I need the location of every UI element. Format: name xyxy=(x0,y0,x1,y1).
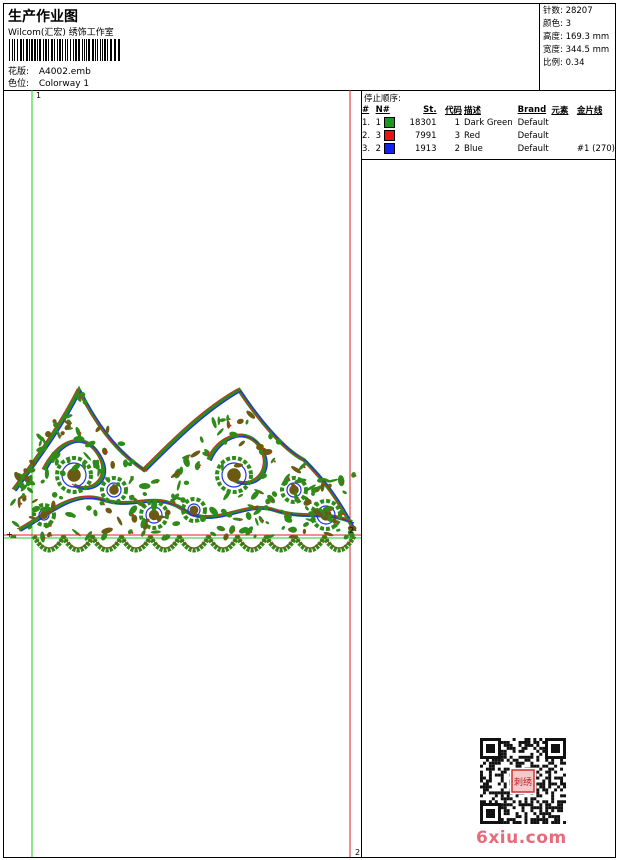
page-title: 生产作业图 xyxy=(8,9,78,25)
col-sequin: 金片线 xyxy=(576,105,603,116)
table-row: 2. 3 7991 3 Red Default xyxy=(362,129,615,142)
frame-marker: 2 xyxy=(355,848,361,857)
row-element xyxy=(551,142,576,155)
row-needle: 2 xyxy=(376,142,398,155)
row-code: 3 xyxy=(454,130,460,141)
row-description: Red xyxy=(463,130,481,141)
stop-sequence-table: # N# St. 代码 描述 Brand 元素 金片线 1. 1 18301 1 Da… xyxy=(362,103,615,155)
row-stitches: 1913 xyxy=(414,143,437,154)
embroidery-preview xyxy=(4,90,361,857)
header-panel: 生产作业图 Wilcom(汇宏) 绣饰工作室 花版: A4002.emb 色位:… xyxy=(4,4,615,91)
row-needle: 1 xyxy=(376,116,398,129)
row-index: 3. xyxy=(362,143,371,154)
row-brand: Default xyxy=(517,143,549,154)
col-description: 描述 xyxy=(463,105,481,116)
row-index: 1. xyxy=(362,117,371,128)
row-needle: 3 xyxy=(376,129,398,142)
row-code: 1 xyxy=(454,117,460,128)
site-watermark: 6xiu.com xyxy=(476,828,567,848)
colorway-value: Colorway 1 xyxy=(38,79,90,89)
needle-number: 2 xyxy=(375,144,382,154)
row-stitches: 7991 xyxy=(414,130,437,141)
barcode-graphic xyxy=(9,39,120,61)
row-description: Blue xyxy=(463,143,483,154)
color-swatch xyxy=(383,130,395,141)
qr-graphic: 刺绣 xyxy=(480,738,566,824)
design-preview: 1 2 2 + xyxy=(4,90,362,857)
row-brand: Default xyxy=(517,130,549,141)
design-stats: 针数: 28207 颜色: 3 高度: 169.3 mm 宽度: 344.5 m… xyxy=(539,4,615,90)
studio-name: Wilcom(汇宏) 绣饰工作室 xyxy=(8,28,114,38)
row-stitches: 18301 xyxy=(409,117,437,128)
col-code: 代码 xyxy=(444,105,462,116)
col-index: # xyxy=(362,104,370,115)
col-element: 元素 xyxy=(551,105,569,116)
production-worksheet: 生产作业图 Wilcom(汇宏) 绣饰工作室 花版: A4002.emb 色位:… xyxy=(3,3,616,858)
stop-sequence-panel: 停止顺序: # N# St. 代码 描述 Brand 元素 金片线 1. 1 18… xyxy=(362,90,615,155)
origin-cross: + xyxy=(6,530,13,539)
color-count: 颜色: 3 xyxy=(543,19,571,29)
needle-number: 3 xyxy=(375,131,382,141)
color-swatch xyxy=(383,143,395,154)
lace-embroidery-motif xyxy=(10,385,357,553)
color-swatch xyxy=(383,117,395,128)
barcode-image xyxy=(9,39,124,61)
needle-number: 1 xyxy=(375,118,382,128)
col-stitches: St. xyxy=(423,104,437,115)
qr-center-badge: 刺绣 xyxy=(514,776,532,788)
row-description: Dark Green xyxy=(463,117,513,128)
row-brand: Default xyxy=(517,117,549,128)
start-marker: 1 xyxy=(36,91,42,100)
stop-sequence-title: 停止顺序: xyxy=(364,94,401,104)
design-scale: 比例: 0.34 xyxy=(543,58,585,68)
colorway-label: 色位: xyxy=(8,79,30,89)
row-sequin xyxy=(577,129,615,142)
row-index: 2. xyxy=(362,130,371,141)
table-row: 1. 1 18301 1 Dark Green Default xyxy=(362,116,615,129)
row-element xyxy=(551,116,576,129)
table-header-row: # N# St. 代码 描述 Brand 元素 金片线 xyxy=(362,103,615,116)
row-code: 2 xyxy=(454,143,460,154)
row-sequin: #1 (270) xyxy=(576,143,615,154)
stitch-count: 针数: 28207 xyxy=(543,6,593,16)
col-needle: N# xyxy=(375,104,390,115)
design-width: 宽度: 344.5 mm xyxy=(543,45,610,55)
design-height: 高度: 169.3 mm xyxy=(543,32,610,42)
sequence-divider xyxy=(362,159,615,160)
row-element xyxy=(551,129,576,142)
colorway-row: 色位: Colorway 1 xyxy=(8,76,89,89)
qr-code: 刺绣 xyxy=(480,738,566,824)
end-marker: 2 xyxy=(349,526,355,535)
row-sequin xyxy=(577,116,615,129)
table-row: 3. 2 1913 2 Blue Default #1 (270) xyxy=(362,142,615,155)
col-brand: Brand xyxy=(517,104,547,115)
